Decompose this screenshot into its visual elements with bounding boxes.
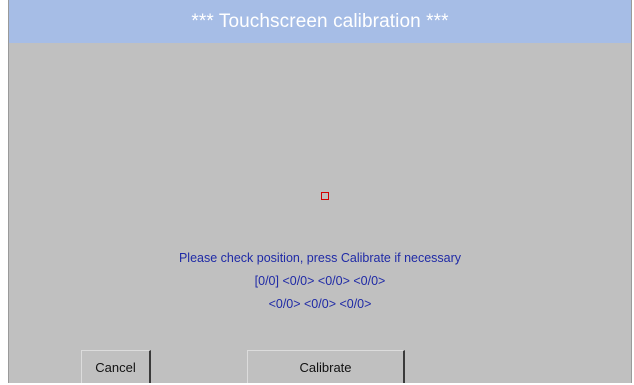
calibration-screen: *** Touchscreen calibration *** Please c… — [8, 0, 632, 383]
cancel-button[interactable]: Cancel — [81, 350, 151, 383]
calibrate-button[interactable]: Calibrate — [247, 350, 405, 383]
calibration-target-icon[interactable] — [321, 192, 329, 200]
instruction-text: Please check position, press Calibrate i… — [178, 251, 462, 265]
coordinates-line-1: [0/0] <0/0> <0/0> <0/0> — [254, 274, 386, 288]
window-title: *** Touchscreen calibration *** — [191, 11, 449, 32]
coordinates-line-2: <0/0> <0/0> <0/0> — [268, 297, 372, 311]
title-bar: *** Touchscreen calibration *** — [9, 0, 631, 43]
